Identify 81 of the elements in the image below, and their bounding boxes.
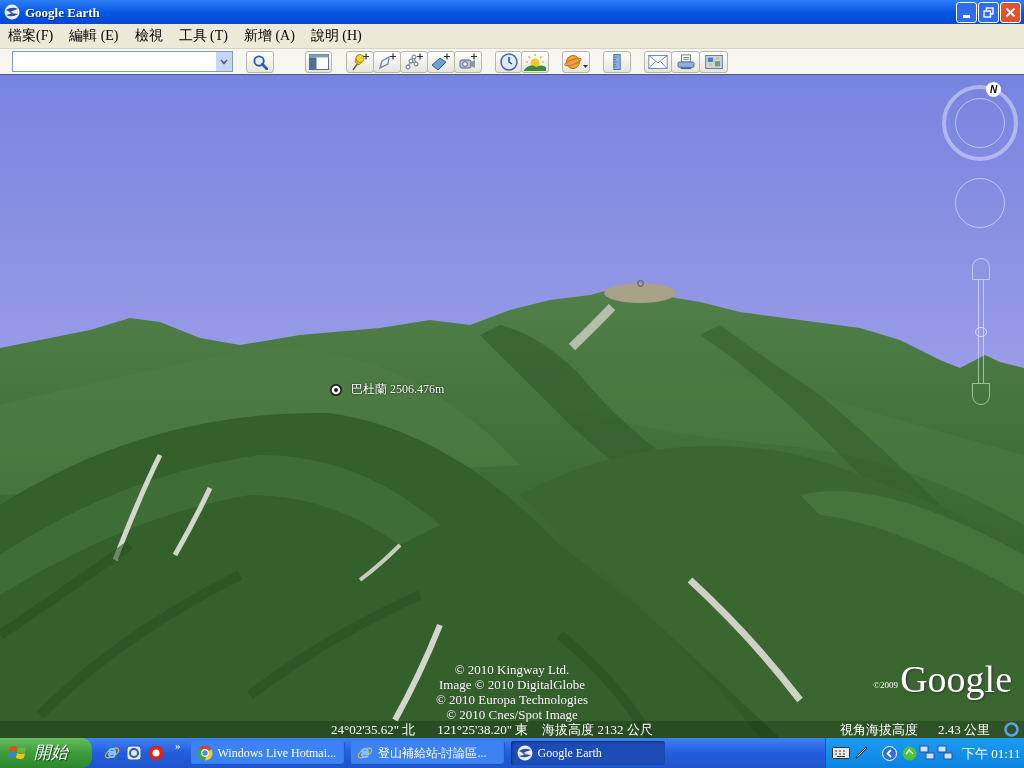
add-placemark-button[interactable] (346, 50, 374, 73)
clock-icon (499, 52, 518, 71)
computers-icon[interactable] (919, 745, 935, 761)
sunrise-icon (524, 52, 546, 71)
e-letter-icon (356, 745, 373, 761)
menu-item[interactable]: 編輯 (E) (69, 29, 119, 43)
taskbar-button[interactable]: Windows Live Hotmai... (190, 741, 345, 765)
map-picture-icon (704, 54, 723, 69)
historical-imagery-button[interactable] (495, 50, 522, 73)
menu-item[interactable]: 檔案(F) (8, 29, 54, 43)
menu-item[interactable]: 說明 (H) (310, 29, 362, 43)
sidebar-panel-icon (308, 53, 329, 70)
e-letter-icon[interactable] (104, 745, 120, 761)
computers-icon[interactable] (937, 745, 953, 761)
add-image-overlay-button[interactable] (427, 50, 455, 73)
ruler-icon (613, 52, 621, 71)
globe-icon (516, 745, 533, 761)
email-button[interactable] (644, 50, 672, 73)
latitude-text: 24°02'35.62" 北 (331, 723, 416, 736)
flag-icon (8, 744, 28, 762)
copyright-text: © 2010 Kingway Ltd. (454, 662, 570, 677)
menu-item[interactable]: 新增 (A) (243, 29, 295, 43)
menu-item[interactable]: 工具 (T) (178, 29, 228, 43)
placemark-label[interactable]: 巴杜蘭 2506.476m (351, 382, 445, 396)
search-field[interactable] (12, 51, 233, 72)
globe-icon (4, 4, 20, 20)
ringed-planet-icon (564, 52, 582, 71)
printer-icon (676, 53, 695, 70)
envelope-icon (648, 54, 668, 69)
longitude-text: 121°25'38.20" 東 (437, 723, 529, 736)
path-add-icon (404, 52, 424, 71)
restore-button[interactable] (978, 1, 999, 23)
chevron-left-icon[interactable] (882, 745, 897, 761)
camera-add-icon (458, 52, 478, 71)
start-button[interactable]: 開始 (0, 738, 92, 768)
caret-down-icon (583, 64, 588, 68)
ruler-button[interactable] (603, 50, 631, 73)
copyright-text: © 2010 Cnes/Spot Image (446, 707, 578, 722)
restore-icon (983, 6, 994, 18)
sidebar-toggle-button[interactable] (305, 50, 332, 73)
logo-text: Google (900, 660, 1012, 698)
close-button[interactable] (1000, 1, 1021, 23)
eye-altitude-text: 2.43 公里 (938, 723, 990, 736)
zoom-slider-track[interactable] (978, 280, 984, 383)
copyright-text: Image © 2010 DigitalGlobe (439, 677, 585, 692)
chevron-down-icon (220, 58, 228, 65)
view-in-maps-button[interactable] (699, 50, 728, 73)
elevation-text: 海拔高度 2132 公尺 (542, 723, 653, 736)
search-button[interactable] (246, 50, 274, 73)
streaming-ring-icon (1004, 722, 1019, 737)
clock-text: 下午 01:11 (962, 746, 1021, 760)
mountain-terrain-drawing[interactable] (0, 75, 1024, 738)
pen-icon[interactable] (854, 746, 868, 760)
taskbar-button[interactable]: 登山補給站-討論區... (350, 741, 505, 765)
add-polygon-button[interactable] (373, 50, 401, 73)
keyboard-icon[interactable] (832, 747, 850, 759)
ring-tile-icon[interactable] (126, 745, 142, 761)
sunlight-button[interactable] (521, 50, 549, 73)
print-button[interactable] (671, 50, 700, 73)
window-title: Google Earth (25, 5, 100, 19)
eye-altitude-label: 視角海拔高度 (840, 723, 918, 736)
more-button[interactable]: » (175, 740, 181, 751)
dropdown-button[interactable] (216, 52, 232, 71)
menu-item[interactable]: 檢視 (134, 29, 163, 43)
add-path-button[interactable] (400, 50, 428, 73)
close-icon (1005, 6, 1016, 18)
planet-switch-button[interactable] (562, 50, 590, 73)
circle-logo-icon (196, 745, 213, 761)
tilted-tile-add-icon (431, 52, 451, 71)
taskbar-button[interactable]: Google Earth (510, 741, 665, 765)
round-badge-icon[interactable] (148, 745, 164, 761)
copyright-text: © 2010 Europa Technologies (435, 692, 589, 707)
minimize-icon (963, 14, 970, 18)
copyright-year: ©2009 (873, 681, 899, 690)
placemark-icon[interactable] (330, 384, 342, 396)
polygon-add-icon (377, 52, 397, 71)
record-tour-button[interactable] (454, 50, 482, 73)
chevron-up-disc-icon[interactable] (902, 745, 917, 761)
pushpin-add-icon (350, 52, 370, 71)
search-icon (252, 53, 268, 70)
minimize-button[interactable] (956, 1, 977, 23)
